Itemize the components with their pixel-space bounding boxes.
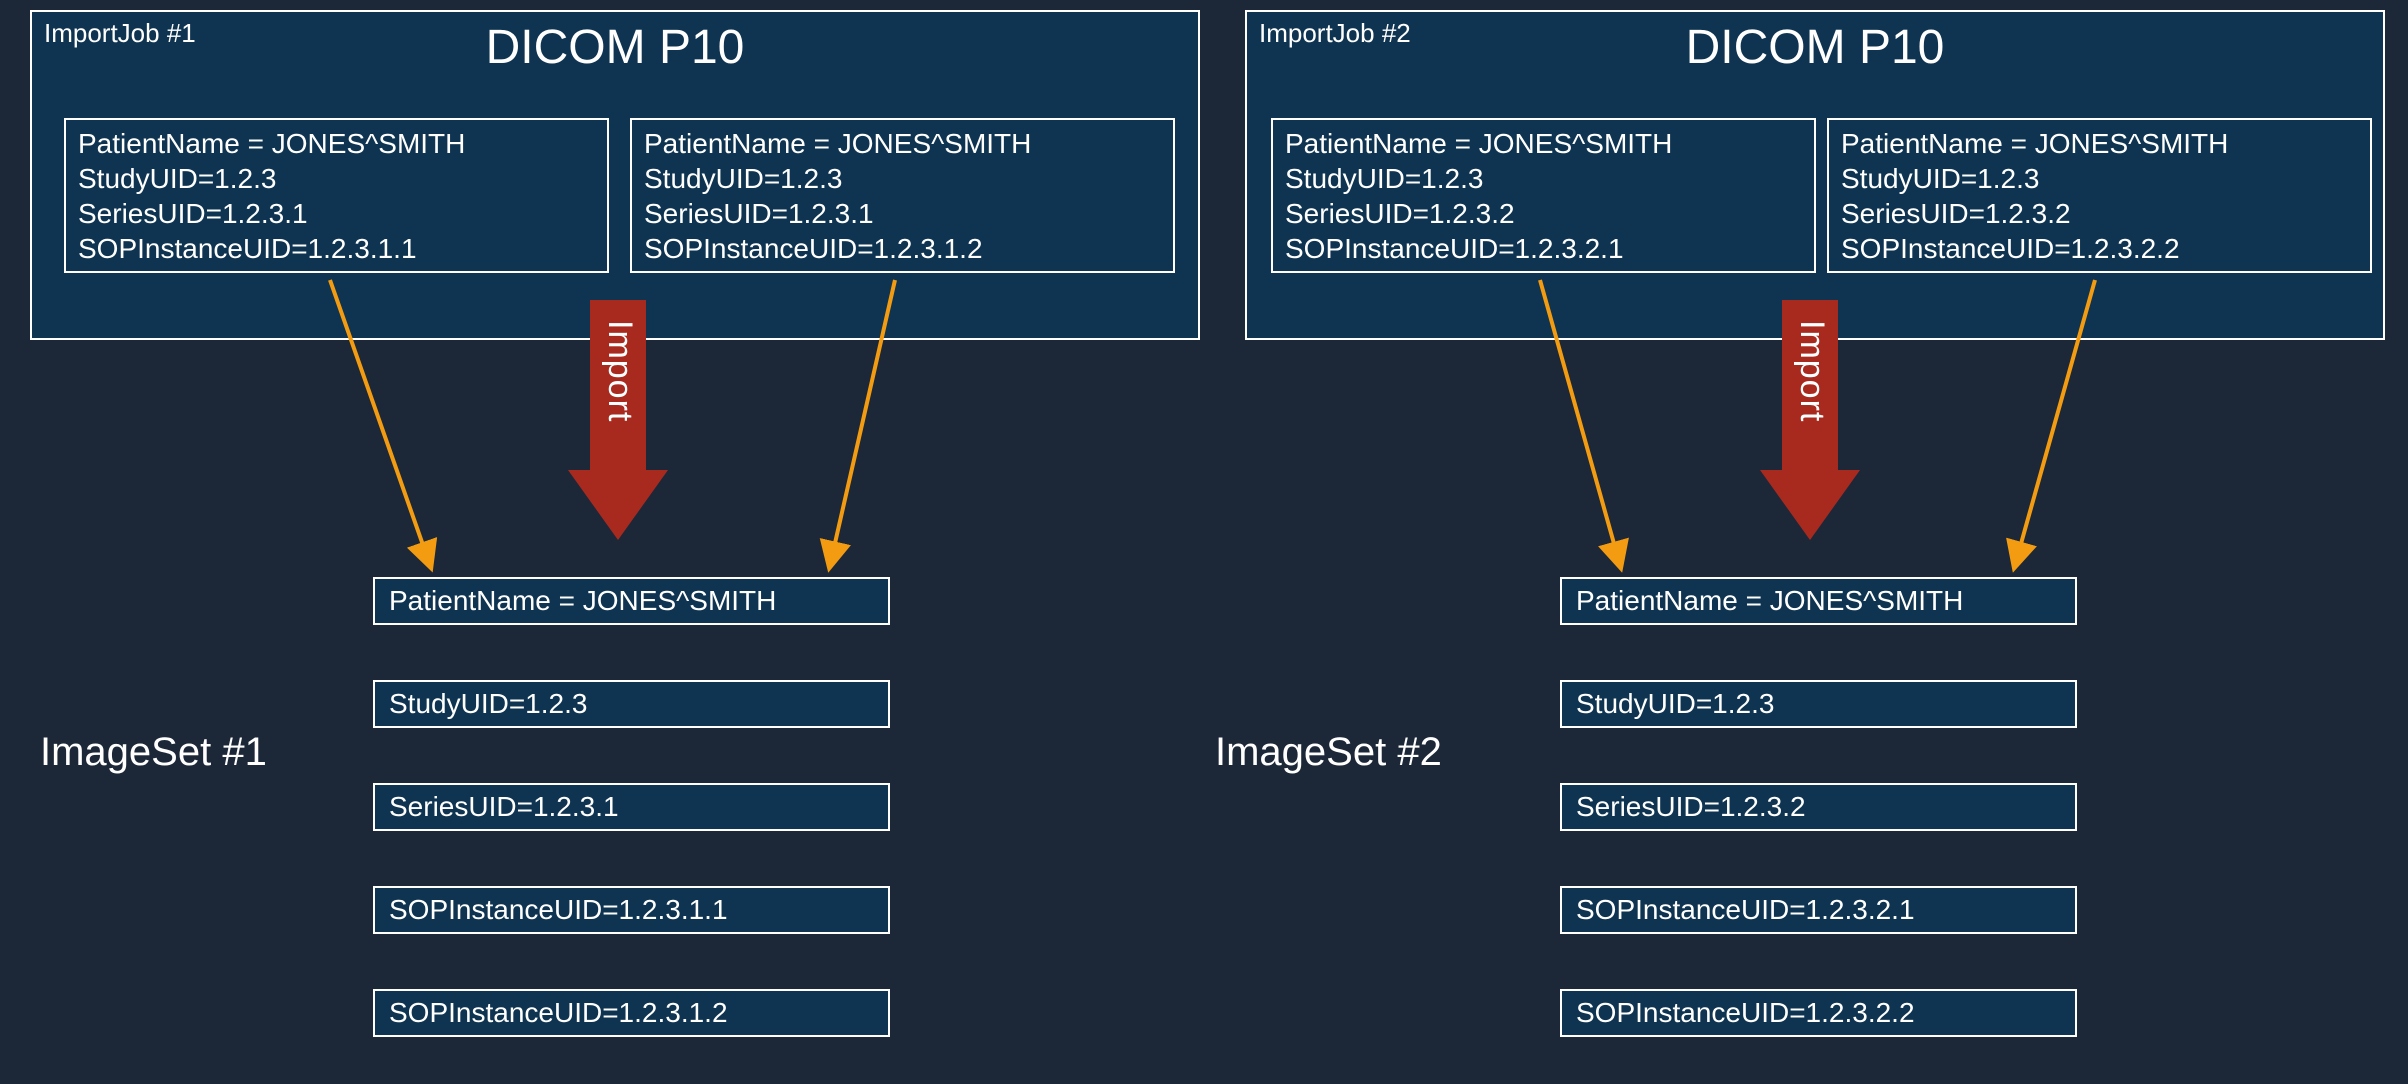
attr-line: SeriesUID=1.2.3.1 (78, 196, 595, 231)
attr-line: PatientName = JONES^SMITH (1285, 126, 1802, 161)
attr-line: SeriesUID=1.2.3.2 (1841, 196, 2358, 231)
import-job-1-title: DICOM P10 (486, 20, 745, 75)
attr-line: PatientName = JONES^SMITH (644, 126, 1161, 161)
imageset-1-row: SOPInstanceUID=1.2.3.1.2 (373, 989, 890, 1037)
attr-line: SeriesUID=1.2.3.2 (1285, 196, 1802, 231)
imageset-2-label: ImageSet #2 (1215, 730, 1442, 775)
imageset-2-row: SeriesUID=1.2.3.2 (1560, 783, 2077, 831)
import-job-1: ImportJob #1 DICOM P10 PatientName = JON… (30, 10, 1200, 340)
attr-line: SOPInstanceUID=1.2.3.1.2 (644, 231, 1161, 266)
dicom-instance-1-left: PatientName = JONES^SMITH StudyUID=1.2.3… (64, 118, 609, 273)
imageset-1-row: SOPInstanceUID=1.2.3.1.1 (373, 886, 890, 934)
imageset-2-row: SOPInstanceUID=1.2.3.2.1 (1560, 886, 2077, 934)
import-job-2-label: ImportJob #2 (1259, 18, 1411, 49)
imageset-2-row: StudyUID=1.2.3 (1560, 680, 2077, 728)
imageset-2-row: PatientName = JONES^SMITH (1560, 577, 2077, 625)
attr-line: SeriesUID=1.2.3.1 (644, 196, 1161, 231)
import-arrow-2-label: Import (1792, 320, 1831, 422)
imageset-1-row: PatientName = JONES^SMITH (373, 577, 890, 625)
import-arrow-1-label: Import (600, 320, 639, 422)
attr-line: PatientName = JONES^SMITH (78, 126, 595, 161)
attr-line: StudyUID=1.2.3 (1841, 161, 2358, 196)
attr-line: SOPInstanceUID=1.2.3.1.1 (78, 231, 595, 266)
dicom-instance-1-right: PatientName = JONES^SMITH StudyUID=1.2.3… (630, 118, 1175, 273)
dicom-instance-2-left: PatientName = JONES^SMITH StudyUID=1.2.3… (1271, 118, 1816, 273)
imageset-1-row: SeriesUID=1.2.3.1 (373, 783, 890, 831)
attr-line: SOPInstanceUID=1.2.3.2.1 (1285, 231, 1802, 266)
import-job-1-label: ImportJob #1 (44, 18, 196, 49)
attr-line: StudyUID=1.2.3 (78, 161, 595, 196)
imageset-1-row: StudyUID=1.2.3 (373, 680, 890, 728)
imageset-1-label: ImageSet #1 (40, 730, 267, 775)
attr-line: StudyUID=1.2.3 (1285, 161, 1802, 196)
attr-line: SOPInstanceUID=1.2.3.2.2 (1841, 231, 2358, 266)
import-job-2: ImportJob #2 DICOM P10 PatientName = JON… (1245, 10, 2385, 340)
dicom-instance-2-right: PatientName = JONES^SMITH StudyUID=1.2.3… (1827, 118, 2372, 273)
imageset-2-row: SOPInstanceUID=1.2.3.2.2 (1560, 989, 2077, 1037)
attr-line: StudyUID=1.2.3 (644, 161, 1161, 196)
attr-line: PatientName = JONES^SMITH (1841, 126, 2358, 161)
import-job-2-title: DICOM P10 (1686, 20, 1945, 75)
